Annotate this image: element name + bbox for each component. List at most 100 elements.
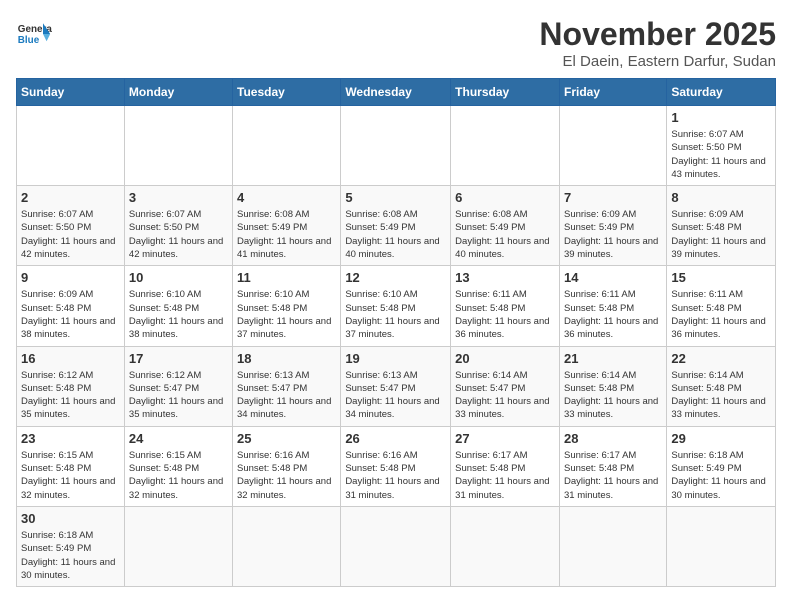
calendar-cell xyxy=(124,506,232,586)
calendar-week-row: 16Sunrise: 6:12 AM Sunset: 5:48 PM Dayli… xyxy=(17,346,776,426)
day-info: Sunrise: 6:08 AM Sunset: 5:49 PM Dayligh… xyxy=(237,208,336,261)
day-info: Sunrise: 6:17 AM Sunset: 5:48 PM Dayligh… xyxy=(564,449,662,502)
calendar-cell: 30 Sunrise: 6:18 AM Sunset: 5:49 PM Dayli… xyxy=(17,506,125,586)
day-info: Sunrise: 6:15 AM Sunset: 5:48 PM Dayligh… xyxy=(129,449,228,502)
day-info: Sunrise: 6:18 AM Sunset: 5:49 PM Dayligh… xyxy=(21,529,120,582)
weekday-header-friday: Friday xyxy=(559,79,666,106)
calendar-cell: 4 Sunrise: 6:08 AM Sunset: 5:49 PM Daylig… xyxy=(233,186,341,266)
calendar-cell: 20 Sunrise: 6:14 AM Sunset: 5:47 PM Dayli… xyxy=(451,346,560,426)
day-info: Sunrise: 6:16 AM Sunset: 5:48 PM Dayligh… xyxy=(237,449,336,502)
title-area: November 2025 El Daein, Eastern Darfur, … xyxy=(539,16,776,70)
day-number: 21 xyxy=(564,351,662,366)
day-info: Sunrise: 6:10 AM Sunset: 5:48 PM Dayligh… xyxy=(345,288,446,341)
calendar-cell xyxy=(233,106,341,186)
calendar-cell xyxy=(341,506,451,586)
calendar-cell: 12 Sunrise: 6:10 AM Sunset: 5:48 PM Dayli… xyxy=(341,266,451,346)
day-number: 16 xyxy=(21,351,120,366)
svg-text:Blue: Blue xyxy=(18,35,40,46)
day-number: 30 xyxy=(21,511,120,526)
day-info: Sunrise: 6:14 AM Sunset: 5:48 PM Dayligh… xyxy=(564,369,662,422)
weekday-header-tuesday: Tuesday xyxy=(233,79,341,106)
day-number: 23 xyxy=(21,431,120,446)
calendar-header: SundayMondayTuesdayWednesdayThursdayFrid… xyxy=(17,79,776,106)
calendar-cell xyxy=(559,106,666,186)
calendar-cell: 16Sunrise: 6:12 AM Sunset: 5:48 PM Dayli… xyxy=(17,346,125,426)
day-number: 3 xyxy=(129,190,228,205)
weekday-header-saturday: Saturday xyxy=(667,79,776,106)
logo: General Blue xyxy=(16,16,52,52)
calendar-cell: 27 Sunrise: 6:17 AM Sunset: 5:48 PM Dayli… xyxy=(451,426,560,506)
day-info: Sunrise: 6:14 AM Sunset: 5:47 PM Dayligh… xyxy=(455,369,555,422)
day-info: Sunrise: 6:10 AM Sunset: 5:48 PM Dayligh… xyxy=(129,288,228,341)
day-number: 29 xyxy=(671,431,771,446)
day-info: Sunrise: 6:11 AM Sunset: 5:48 PM Dayligh… xyxy=(455,288,555,341)
day-number: 25 xyxy=(237,431,336,446)
calendar-cell xyxy=(233,506,341,586)
calendar-cell: 6Sunrise: 6:08 AM Sunset: 5:49 PM Daylig… xyxy=(451,186,560,266)
weekday-row: SundayMondayTuesdayWednesdayThursdayFrid… xyxy=(17,79,776,106)
day-number: 24 xyxy=(129,431,228,446)
calendar-cell: 21 Sunrise: 6:14 AM Sunset: 5:48 PM Dayli… xyxy=(559,346,666,426)
day-info: Sunrise: 6:07 AM Sunset: 5:50 PM Dayligh… xyxy=(671,128,771,181)
day-info: Sunrise: 6:12 AM Sunset: 5:47 PM Dayligh… xyxy=(129,369,228,422)
day-number: 18 xyxy=(237,351,336,366)
calendar-cell: 1Sunrise: 6:07 AM Sunset: 5:50 PM Daylig… xyxy=(667,106,776,186)
day-info: Sunrise: 6:09 AM Sunset: 5:48 PM Dayligh… xyxy=(671,208,771,261)
calendar-cell xyxy=(667,506,776,586)
day-number: 4 xyxy=(237,190,336,205)
day-info: Sunrise: 6:10 AM Sunset: 5:48 PM Dayligh… xyxy=(237,288,336,341)
weekday-header-wednesday: Wednesday xyxy=(341,79,451,106)
day-number: 9 xyxy=(21,270,120,285)
calendar-cell xyxy=(451,106,560,186)
day-info: Sunrise: 6:13 AM Sunset: 5:47 PM Dayligh… xyxy=(345,369,446,422)
calendar-cell: 17 Sunrise: 6:12 AM Sunset: 5:47 PM Dayli… xyxy=(124,346,232,426)
calendar-cell xyxy=(451,506,560,586)
calendar-cell: 29Sunrise: 6:18 AM Sunset: 5:49 PM Dayli… xyxy=(667,426,776,506)
month-title: November 2025 xyxy=(539,16,776,53)
day-number: 11 xyxy=(237,270,336,285)
day-info: Sunrise: 6:17 AM Sunset: 5:48 PM Dayligh… xyxy=(455,449,555,502)
calendar-body: 1Sunrise: 6:07 AM Sunset: 5:50 PM Daylig… xyxy=(17,106,776,587)
day-number: 5 xyxy=(345,190,446,205)
calendar-cell: 25 Sunrise: 6:16 AM Sunset: 5:48 PM Dayli… xyxy=(233,426,341,506)
calendar-cell: 19Sunrise: 6:13 AM Sunset: 5:47 PM Dayli… xyxy=(341,346,451,426)
calendar-cell xyxy=(124,106,232,186)
calendar-week-row: 9 Sunrise: 6:09 AM Sunset: 5:48 PM Daylig… xyxy=(17,266,776,346)
day-number: 14 xyxy=(564,270,662,285)
weekday-header-monday: Monday xyxy=(124,79,232,106)
day-number: 12 xyxy=(345,270,446,285)
calendar-cell: 9 Sunrise: 6:09 AM Sunset: 5:48 PM Daylig… xyxy=(17,266,125,346)
day-number: 8 xyxy=(671,190,771,205)
calendar-cell: 5Sunrise: 6:08 AM Sunset: 5:49 PM Daylig… xyxy=(341,186,451,266)
day-info: Sunrise: 6:09 AM Sunset: 5:48 PM Dayligh… xyxy=(21,288,120,341)
calendar-cell: 11 Sunrise: 6:10 AM Sunset: 5:48 PM Dayli… xyxy=(233,266,341,346)
calendar: SundayMondayTuesdayWednesdayThursdayFrid… xyxy=(16,78,776,587)
calendar-cell: 13 Sunrise: 6:11 AM Sunset: 5:48 PM Dayli… xyxy=(451,266,560,346)
day-info: Sunrise: 6:11 AM Sunset: 5:48 PM Dayligh… xyxy=(564,288,662,341)
day-number: 15 xyxy=(671,270,771,285)
day-number: 17 xyxy=(129,351,228,366)
day-number: 13 xyxy=(455,270,555,285)
day-number: 28 xyxy=(564,431,662,446)
calendar-cell: 18Sunrise: 6:13 AM Sunset: 5:47 PM Dayli… xyxy=(233,346,341,426)
calendar-week-row: 23 Sunrise: 6:15 AM Sunset: 5:48 PM Dayli… xyxy=(17,426,776,506)
calendar-cell xyxy=(559,506,666,586)
calendar-cell: 14 Sunrise: 6:11 AM Sunset: 5:48 PM Dayli… xyxy=(559,266,666,346)
calendar-cell: 8 Sunrise: 6:09 AM Sunset: 5:48 PM Daylig… xyxy=(667,186,776,266)
calendar-cell: 7Sunrise: 6:09 AM Sunset: 5:49 PM Daylig… xyxy=(559,186,666,266)
calendar-week-row: 2 Sunrise: 6:07 AM Sunset: 5:50 PM Daylig… xyxy=(17,186,776,266)
day-info: Sunrise: 6:14 AM Sunset: 5:48 PM Dayligh… xyxy=(671,369,771,422)
calendar-cell: 3 Sunrise: 6:07 AM Sunset: 5:50 PM Daylig… xyxy=(124,186,232,266)
calendar-week-row: 1Sunrise: 6:07 AM Sunset: 5:50 PM Daylig… xyxy=(17,106,776,186)
day-number: 26 xyxy=(345,431,446,446)
calendar-week-row: 30 Sunrise: 6:18 AM Sunset: 5:49 PM Dayli… xyxy=(17,506,776,586)
day-number: 27 xyxy=(455,431,555,446)
day-info: Sunrise: 6:07 AM Sunset: 5:50 PM Dayligh… xyxy=(129,208,228,261)
day-number: 6 xyxy=(455,190,555,205)
day-info: Sunrise: 6:11 AM Sunset: 5:48 PM Dayligh… xyxy=(671,288,771,341)
calendar-cell: 23Sunrise: 6:15 AM Sunset: 5:48 PM Dayli… xyxy=(17,426,125,506)
day-number: 20 xyxy=(455,351,555,366)
day-number: 2 xyxy=(21,190,120,205)
day-info: Sunrise: 6:07 AM Sunset: 5:50 PM Dayligh… xyxy=(21,208,120,261)
calendar-cell: 26Sunrise: 6:16 AM Sunset: 5:48 PM Dayli… xyxy=(341,426,451,506)
